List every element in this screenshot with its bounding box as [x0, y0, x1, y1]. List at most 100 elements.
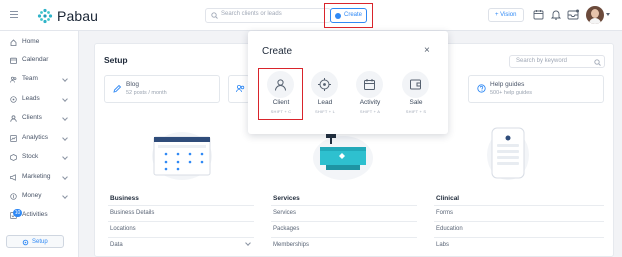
leads-icon [10, 96, 17, 103]
modal-title: Create [262, 46, 293, 57]
option-shortcut: SHIFT + L [314, 109, 336, 114]
blog-tile[interactable]: Blog 52 posts / month [104, 75, 220, 103]
sidebar-item-activities[interactable]: Activities [0, 209, 79, 223]
divider [271, 205, 417, 206]
divider [108, 205, 254, 206]
sidebar-item-label: Calendar [22, 56, 49, 63]
chevron-down-icon [62, 174, 68, 180]
keyword-search-input[interactable]: Search by keyword [509, 55, 605, 68]
team-icon [10, 76, 17, 83]
bell-icon[interactable] [551, 9, 561, 20]
client-option-highlight [258, 68, 303, 120]
top-bar: Pabau Search clients or leads Create + V… [0, 0, 622, 31]
divider [108, 237, 254, 238]
option-label: Activity [359, 99, 381, 106]
locations-link[interactable]: Locations [110, 226, 136, 232]
sidebar-item-label: Analytics [22, 134, 49, 141]
chevron-down-icon [62, 96, 68, 102]
clinical-illustration [487, 127, 529, 180]
option-shortcut: SHIFT + S [405, 109, 427, 114]
close-icon[interactable]: × [424, 45, 430, 56]
calendar-icon [10, 57, 17, 64]
avatar[interactable] [586, 6, 604, 24]
sidebar-item-label: Activities [22, 211, 48, 218]
option-shortcut: SHIFT + A [359, 109, 381, 114]
help-guides-tile[interactable]: Help guides 500+ help guides [468, 75, 604, 103]
create-sale-option[interactable]: Sale SHIFT + S [394, 66, 438, 118]
option-label: Sale [409, 99, 423, 106]
sidebar-item-team[interactable]: Team [0, 73, 79, 87]
calendar-icon[interactable] [533, 9, 544, 20]
sidebar-item-label: Home [22, 38, 40, 45]
analytics-icon [10, 135, 17, 142]
sidebar-item-label: Leads [22, 95, 40, 102]
sidebar-item-clients[interactable]: Clients [0, 112, 79, 126]
sidebar-item-stock[interactable]: Stock [0, 151, 79, 165]
target-icon [318, 78, 331, 91]
inbox-icon[interactable] [567, 9, 579, 20]
gear-icon [22, 239, 29, 246]
sidebar-item-label: Marketing [22, 173, 51, 180]
calendar-icon [364, 79, 375, 90]
pencil-icon [113, 84, 122, 93]
marketing-icon [10, 174, 16, 181]
pabau-logo-icon [37, 8, 53, 24]
data-link[interactable]: Data [110, 242, 123, 248]
divider [271, 237, 417, 238]
option-icon-circle [356, 71, 383, 98]
education-link[interactable]: Education [436, 226, 463, 232]
forms-link[interactable]: Forms [436, 210, 453, 216]
sidebar-item-label: Clients [22, 114, 42, 121]
memberships-link[interactable]: Memberships [273, 242, 309, 248]
money-icon [10, 193, 17, 200]
sidebar-item-marketing[interactable]: Marketing [0, 171, 79, 185]
business-illustration [152, 132, 212, 180]
stock-icon [10, 154, 17, 161]
search-icon [594, 59, 601, 66]
create-button-highlight [324, 3, 373, 28]
option-icon-circle [402, 71, 429, 98]
option-label: Lead [317, 99, 333, 106]
chevron-down-icon [62, 115, 68, 121]
community-tile[interactable] [228, 75, 250, 103]
services-link[interactable]: Services [273, 210, 296, 216]
divider [271, 221, 417, 222]
keyword-search-placeholder: Search by keyword [516, 58, 568, 64]
create-activity-option[interactable]: Activity SHIFT + A [348, 66, 392, 118]
chevron-down-icon[interactable] [606, 13, 610, 16]
chevron-down-icon [62, 154, 68, 160]
client-search-input[interactable]: Search clients or leads [205, 8, 331, 23]
divider [434, 237, 604, 238]
sidebar-item-label: Money [22, 192, 42, 199]
packages-link[interactable]: Packages [273, 226, 299, 232]
setup-label: Setup [32, 238, 48, 245]
vision-button[interactable]: + Vision [488, 8, 524, 22]
help-guides-title: Help guides [490, 81, 525, 88]
search-placeholder: Search clients or leads [221, 11, 282, 17]
labs-link[interactable]: Labs [436, 242, 449, 248]
business-section-title: Business [110, 195, 139, 202]
app-name: Pabau [57, 8, 98, 24]
create-lead-option[interactable]: Lead SHIFT + L [303, 66, 347, 118]
option-icon-circle [311, 71, 338, 98]
sidebar-item-calendar[interactable]: Calendar [0, 54, 79, 68]
setup-button[interactable]: Setup [6, 235, 64, 248]
chevron-down-icon [62, 135, 68, 141]
help-guides-subtitle: 500+ help guides [490, 90, 533, 96]
sidebar-item-leads[interactable]: Leads [0, 93, 79, 107]
sidebar-item-home[interactable]: Home [0, 36, 79, 50]
clients-icon [10, 115, 17, 122]
chevron-down-icon [62, 76, 68, 82]
sidebar-item-analytics[interactable]: Analytics [0, 132, 79, 146]
divider [434, 221, 604, 222]
blog-subtitle: 52 posts / month [126, 90, 167, 96]
sidebar-item-label: Stock [22, 153, 39, 160]
page-title: Setup [104, 55, 128, 65]
menu-icon[interactable] [10, 11, 18, 18]
help-icon [477, 84, 486, 93]
sidebar-item-label: Team [22, 75, 38, 82]
business-details-link[interactable]: Business Details [110, 210, 154, 216]
divider [108, 221, 254, 222]
sidebar-item-money[interactable]: Money [0, 190, 79, 204]
chevron-down-icon [62, 193, 68, 199]
